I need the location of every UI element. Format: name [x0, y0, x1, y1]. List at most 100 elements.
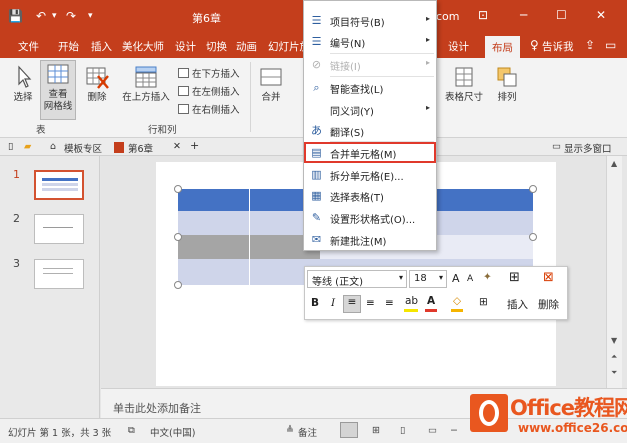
notes-toggle-button[interactable]: 备注	[298, 425, 317, 439]
redo-icon[interactable]: ↷	[66, 9, 76, 23]
tab-home[interactable]: 开始	[58, 39, 79, 54]
thumb-table-line	[42, 178, 78, 181]
menu-item-select-table[interactable]: ▦ 选择表格(T)	[304, 185, 436, 206]
select-button[interactable]: 选择	[8, 64, 38, 104]
table-size-button[interactable]: 表格尺寸	[440, 64, 488, 104]
notes-toggle-icon[interactable]: ≜	[286, 425, 294, 436]
insert-below-button[interactable]: 在下方插入	[178, 66, 240, 80]
italic-button[interactable]: I	[331, 297, 335, 309]
close-tab-icon[interactable]: ✕	[173, 141, 181, 152]
slide-thumbnail-1[interactable]	[34, 170, 84, 200]
shrink-font-icon[interactable]: A	[467, 274, 473, 284]
slideshow-icon[interactable]: ▭	[428, 425, 437, 436]
grow-font-icon[interactable]: A	[452, 272, 460, 285]
font-size-dropdown[interactable]: 18 ▾	[409, 270, 447, 288]
shape-fill-icon[interactable]: ◇	[453, 295, 461, 307]
menu-item-label: 智能查找(L)	[330, 85, 384, 96]
align-left-icon[interactable]: ≡	[343, 295, 361, 313]
ribbon-display-options-icon[interactable]: ⊡	[478, 8, 488, 22]
slide-thumbnail-3[interactable]	[34, 259, 84, 289]
resize-handle[interactable]	[529, 233, 537, 241]
next-slide-icon[interactable]: ⏷	[611, 368, 617, 378]
menu-item-bullets[interactable]: ☰ 项目符号(B) ▸	[304, 10, 436, 31]
reading-view-icon[interactable]: ▯	[400, 425, 405, 436]
share-icon[interactable]: ⇪	[585, 38, 595, 52]
close-icon[interactable]: ✕	[596, 8, 606, 22]
tab-animations[interactable]: 动画	[236, 39, 257, 54]
menu-item-split-cells[interactable]: ▥ 拆分单元格(E)...	[304, 164, 436, 185]
table-border-icon[interactable]: ⊞	[509, 270, 520, 285]
language-status[interactable]: 中文(中国)	[150, 425, 195, 439]
tab-table-layout[interactable]: 布局	[485, 36, 520, 58]
delete-button[interactable]: 删除	[82, 64, 112, 104]
tell-me-search[interactable]: 告诉我	[542, 39, 574, 54]
lightbulb-icon[interactable]: ♀	[530, 38, 539, 52]
add-tab-icon[interactable]: +	[190, 139, 199, 152]
template-zone-tab[interactable]: 模板专区	[64, 141, 102, 155]
borders-icon[interactable]: ⊞	[479, 296, 488, 308]
table-delete-icon[interactable]: ⊠	[543, 270, 554, 285]
format-painter-icon[interactable]: ✦	[483, 271, 492, 283]
menu-item-format-shape[interactable]: ✎ 设置形状格式(O)...	[304, 207, 436, 228]
font-color-icon[interactable]: A	[427, 295, 435, 307]
insert-left-button[interactable]: 在左侧插入	[178, 84, 240, 98]
font-name-dropdown[interactable]: 等线 (正文) ▾	[307, 270, 407, 288]
spellcheck-icon[interactable]: ⧉	[128, 425, 135, 436]
menu-item-label: 选择表格(T)	[330, 193, 384, 204]
undo-icon[interactable]: ↶	[36, 9, 46, 23]
resize-handle[interactable]	[174, 185, 182, 193]
home-icon[interactable]: ⌂	[50, 141, 56, 152]
new-document-icon[interactable]: ▯	[8, 141, 13, 152]
insert-above-button[interactable]: 在上方插入	[118, 64, 174, 104]
tab-table-design[interactable]: 设计	[448, 39, 469, 54]
vertical-scrollbar[interactable]: ▲ ▼ ⏶ ⏷	[606, 156, 622, 388]
highlight-icon[interactable]: ab	[405, 295, 418, 307]
tab-transitions[interactable]: 切换	[206, 39, 227, 54]
zoom-out-icon[interactable]: −	[450, 425, 458, 436]
merge-button[interactable]: 合并	[256, 64, 286, 104]
save-icon[interactable]: 💾	[8, 9, 23, 23]
align-right-icon[interactable]: ≡	[385, 297, 394, 309]
slide-number: 1	[13, 168, 20, 181]
document-tab[interactable]: 第6章	[128, 141, 153, 155]
maximize-icon[interactable]: ☐	[556, 8, 567, 22]
show-multi-window-toggle[interactable]: 显示多窗口	[564, 141, 612, 155]
comment-icon[interactable]: ▭	[605, 38, 616, 52]
normal-view-icon[interactable]	[340, 422, 358, 438]
arrange-button[interactable]: 排列	[492, 64, 522, 104]
bold-button[interactable]: B	[311, 297, 319, 309]
translate-icon: あ	[311, 124, 322, 137]
scroll-up-icon[interactable]: ▲	[611, 159, 617, 168]
slide-sorter-icon[interactable]: ⊞	[372, 425, 380, 436]
scroll-down-icon[interactable]: ▼	[611, 336, 617, 345]
prev-slide-icon[interactable]: ⏶	[611, 352, 617, 362]
align-center-icon[interactable]: ≡	[366, 297, 375, 309]
multi-window-icon[interactable]: ▭	[552, 141, 561, 152]
tab-insert[interactable]: 插入	[91, 39, 112, 54]
view-gridlines-button[interactable]: 查看 网格线	[40, 60, 76, 120]
tab-beautify[interactable]: 美化大师	[122, 39, 164, 54]
menu-item-new-comment[interactable]: ✉ 新建批注(M)	[304, 229, 436, 250]
menu-item-label: 新建批注(M)	[330, 237, 387, 248]
customize-quick-access-icon[interactable]: ▾	[88, 11, 93, 21]
minimize-icon[interactable]: ─	[520, 8, 527, 22]
tab-file[interactable]: 文件	[18, 39, 39, 54]
tab-design[interactable]: 设计	[175, 39, 196, 54]
delete-button-mini[interactable]: 删除	[538, 297, 559, 312]
insert-button[interactable]: 插入	[507, 297, 528, 312]
folder-icon[interactable]: ▰	[24, 141, 31, 152]
resize-handle[interactable]	[529, 185, 537, 193]
slide-thumbnail-2[interactable]	[34, 214, 84, 244]
group-label-rows-columns: 行和列	[148, 125, 177, 136]
menu-item-smart-lookup[interactable]: ⌕ 智能查找(L)	[304, 77, 436, 98]
insert-right-button[interactable]: 在右侧插入	[178, 102, 240, 116]
menu-item-synonyms[interactable]: 同义词(Y) ▸	[304, 99, 436, 120]
insert-left-label: 在左侧插入	[192, 87, 240, 98]
resize-handle[interactable]	[174, 233, 182, 241]
undo-dropdown-icon[interactable]: ▾	[52, 11, 57, 21]
smart-lookup-icon: ⌕	[313, 81, 320, 94]
menu-item-numbering[interactable]: ☰ 编号(N) ▸	[304, 31, 436, 52]
menu-item-merge-cells[interactable]: ▤ 合并单元格(M)	[304, 142, 436, 163]
resize-handle[interactable]	[174, 281, 182, 289]
menu-item-translate[interactable]: あ翻译(S)	[304, 120, 436, 141]
